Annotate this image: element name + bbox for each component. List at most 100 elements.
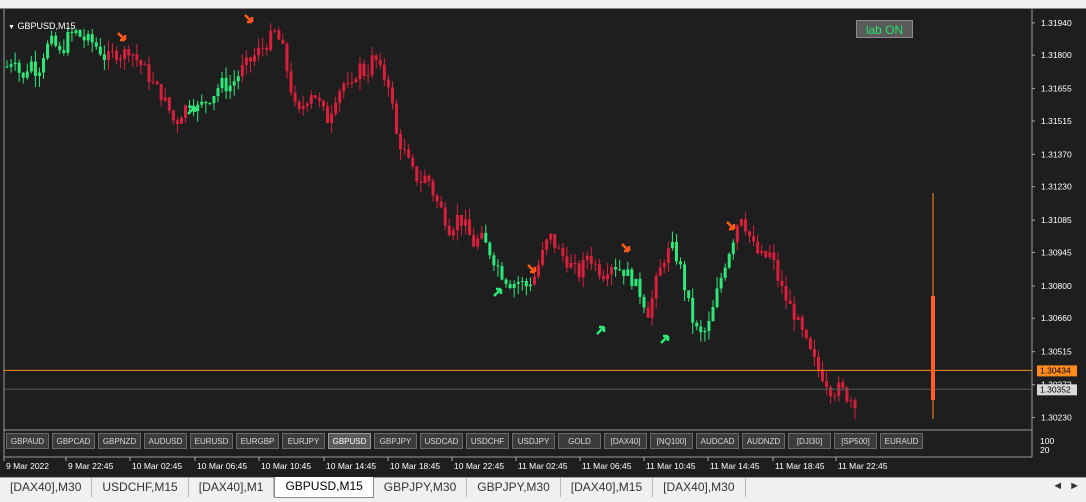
- candle-body: [317, 97, 321, 101]
- chart-tab[interactable]: [DAX40],M15: [561, 478, 654, 497]
- symbol-button-usdcad[interactable]: USDCAD: [420, 433, 463, 449]
- symbol-button-dax40[interactable]: [DAX40]: [604, 433, 647, 449]
- symbol-button-usdchf[interactable]: USDCHF: [466, 433, 509, 449]
- candle-body: [829, 387, 833, 397]
- candle-body: [719, 277, 723, 289]
- candle-body: [553, 233, 557, 248]
- time-tick-label: 10 Mar 06:45: [197, 461, 247, 471]
- chart-tab[interactable]: USDCHF,M15: [92, 478, 189, 497]
- candle-body: [463, 219, 467, 226]
- candle-body: [98, 46, 102, 55]
- time-tick-label: 11 Mar 10:45: [646, 461, 696, 471]
- candle-body: [480, 232, 484, 239]
- symbol-button-gbpjpy[interactable]: GBPJPY: [374, 433, 417, 449]
- candle-body: [86, 34, 90, 41]
- candle-body: [236, 76, 240, 82]
- candle-body: [468, 219, 472, 236]
- symbol-button-gbpaud[interactable]: GBPAUD: [6, 433, 49, 449]
- candle-body: [703, 331, 707, 333]
- candle-body: [321, 100, 325, 107]
- symbol-button-gbpusd[interactable]: GBPUSD: [328, 433, 371, 449]
- sell-arrow-icon: [244, 14, 254, 24]
- symbol-button-audusd[interactable]: AUDUSD: [144, 433, 187, 449]
- candle-body: [610, 266, 614, 275]
- candle-body: [812, 348, 816, 357]
- candle-body: [650, 298, 654, 318]
- candle-body: [407, 149, 411, 158]
- candle-body: [143, 64, 147, 66]
- symbol-button-sp500[interactable]: [SP500]: [834, 433, 877, 449]
- price-tick-label: 1.31940: [1041, 18, 1072, 28]
- candle-body: [285, 43, 289, 72]
- candle-body: [151, 81, 155, 83]
- candle-body: [131, 54, 135, 56]
- candle-body: [520, 281, 524, 283]
- symbol-button-eurusd[interactable]: EURUSD: [190, 433, 233, 449]
- price-tick-label: 1.31230: [1041, 182, 1072, 192]
- tab-scroll-right-icon[interactable]: ►: [1069, 480, 1080, 492]
- time-tick-label: 11 Mar 06:45: [582, 461, 632, 471]
- symbol-button-gold[interactable]: GOLD: [558, 433, 601, 449]
- symbol-button-gbpnzd[interactable]: GBPNZD: [98, 433, 141, 449]
- candle-body: [179, 117, 183, 124]
- chart-tab[interactable]: [DAX40],M30: [653, 478, 746, 497]
- candle-body: [488, 242, 492, 256]
- candle-body: [281, 39, 285, 44]
- candle-body: [155, 81, 159, 85]
- candle-body: [439, 201, 443, 208]
- candle-body: [727, 254, 731, 268]
- candle-body: [358, 63, 362, 80]
- symbol-button-audnzd[interactable]: AUDNZD: [742, 433, 785, 449]
- candle-body: [707, 321, 711, 332]
- candle-body: [833, 395, 837, 397]
- candle-body: [70, 31, 74, 33]
- chart-tab[interactable]: [DAX40],M1: [189, 478, 275, 497]
- candle-body: [62, 50, 66, 53]
- candle-body: [21, 72, 25, 78]
- symbol-button-gbpcad[interactable]: GBPCAD: [52, 433, 95, 449]
- candle-body: [257, 47, 261, 56]
- candle-body: [362, 63, 366, 76]
- symbol-button-eurjpy[interactable]: EURJPY: [282, 433, 325, 449]
- symbol-button-nq100[interactable]: [NQ100]: [650, 433, 693, 449]
- candle-body: [115, 50, 119, 61]
- symbol-button-dji30[interactable]: [DJI30]: [788, 433, 831, 449]
- candle-body: [54, 35, 58, 46]
- candle-body: [792, 303, 796, 320]
- symbol-button-usdjpy[interactable]: USDJPY: [512, 433, 555, 449]
- chart-tab[interactable]: [DAX40],M30: [0, 478, 93, 497]
- candle-body: [184, 105, 188, 118]
- chart-tab[interactable]: GBPUSD,M15: [274, 477, 374, 498]
- sell-arrow-icon: [726, 221, 736, 231]
- candle-body: [557, 247, 561, 249]
- candle-body: [212, 96, 216, 104]
- range-marker-thick: [931, 296, 935, 400]
- candle-body: [776, 260, 780, 281]
- candle-body: [25, 71, 29, 78]
- candle-body: [808, 337, 812, 349]
- candle-body: [58, 45, 62, 51]
- chart-tab[interactable]: GBPJPY,M30: [374, 478, 468, 497]
- chart-window[interactable]: 1.31940 1.31800 1.31655 1.31515 1.31370 1.312…: [0, 8, 1086, 477]
- candle-body: [658, 267, 662, 276]
- symbol-button-eurgbp[interactable]: EURGBP: [236, 433, 279, 449]
- time-tick-label: 9 Mar 22:45: [68, 461, 114, 471]
- candle-body: [788, 300, 792, 304]
- time-tick-label: 9 Mar 2022: [6, 461, 49, 471]
- candle-body: [541, 249, 545, 265]
- candle-body: [423, 175, 427, 184]
- candle-body: [265, 48, 269, 50]
- lab-toggle-button[interactable]: lab ON: [856, 20, 913, 38]
- chart-menu-triangle-icon[interactable]: ▼: [8, 24, 15, 31]
- symbol-button-audcad[interactable]: AUDCAD: [696, 433, 739, 449]
- chart-tab[interactable]: GBPJPY,M30: [467, 478, 561, 497]
- candle-body: [674, 241, 678, 262]
- candle-body: [175, 120, 179, 124]
- candle-body: [532, 276, 536, 285]
- candle-body: [313, 95, 317, 98]
- buy-arrow-icon: [493, 287, 503, 297]
- symbol-button-euraud[interactable]: EURAUD: [880, 433, 923, 449]
- chart-canvas[interactable]: 1.31940 1.31800 1.31655 1.31515 1.31370 1.312…: [0, 9, 1086, 477]
- tab-scroll-left-icon[interactable]: ◄: [1052, 480, 1063, 492]
- time-tick-label: 11 Mar 02:45: [518, 461, 568, 471]
